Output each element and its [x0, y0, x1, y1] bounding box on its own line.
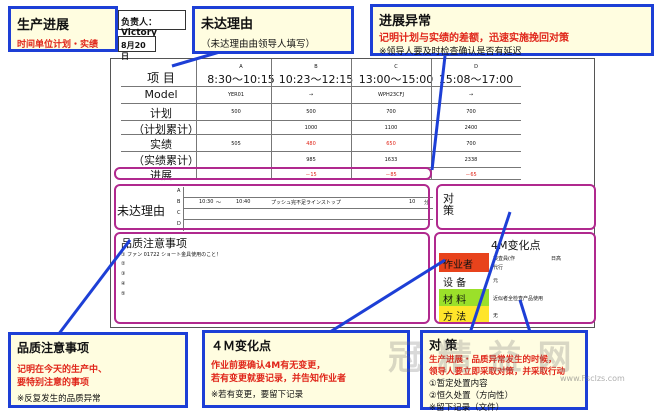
callout-4m-red2: 若有变更就要记录，并告知作业者 [211, 374, 347, 384]
callout-quality: 品质注意事项 记明在今天的生产中、 要特别注意的事项 ※反复发生的品质异常 [8, 332, 188, 408]
callout-4m-red1: 作业前要确认4M有无变更， [211, 361, 326, 371]
callout-abnormal-red: 记明计划与实绩的差额，迅速实施挽回对策 [379, 33, 569, 44]
callout-progress: 生产进展 时间单位计划・实绩 [8, 6, 118, 52]
callout-abnormal: 进展异常 记明计划与实绩的差额，迅速实施挽回对策 ※领导人要及时检查确认是否有延… [370, 4, 654, 57]
callout-abnormal-title: 进展异常 [379, 14, 432, 29]
callout-measures-item2: ②恒久处置（方向性） [429, 391, 514, 401]
callout-4m-title: ４Ｍ变化点 [211, 339, 272, 353]
watermark-text: 冠 精 益 网 [388, 338, 574, 378]
watermark-url: www.Fsclzs.com [560, 374, 625, 383]
callout-measures-item3: ※留下记录（文件） [429, 403, 505, 413]
callout-reason-title: 未达理由 [201, 17, 254, 32]
callout-progress-sub: 时间单位计划・实绩 [17, 40, 99, 50]
callout-progress-title: 生产进展 [17, 18, 70, 33]
callout-quality-red1: 记明在今天的生产中、 [17, 365, 108, 375]
callout-4m-note: ※若有变更，要留下记录 [211, 390, 304, 400]
callout-4m: ４Ｍ变化点 作业前要确认4M有无变更， 若有变更就要记录，并告知作业者 ※若有变… [202, 330, 410, 408]
callout-reason: 未达理由 （未达理由由领导人填写） [192, 6, 354, 54]
callout-reason-sub: （未达理由由领导人填写） [201, 39, 316, 50]
callout-abnormal-note: ※领导人要及时检查确认是否有延迟 [379, 47, 522, 57]
callout-quality-title: 品质注意事项 [17, 341, 90, 355]
callout-quality-note: ※反复发生的品质异常 [17, 394, 101, 404]
callout-quality-red2: 要特别注意的事项 [17, 378, 90, 388]
